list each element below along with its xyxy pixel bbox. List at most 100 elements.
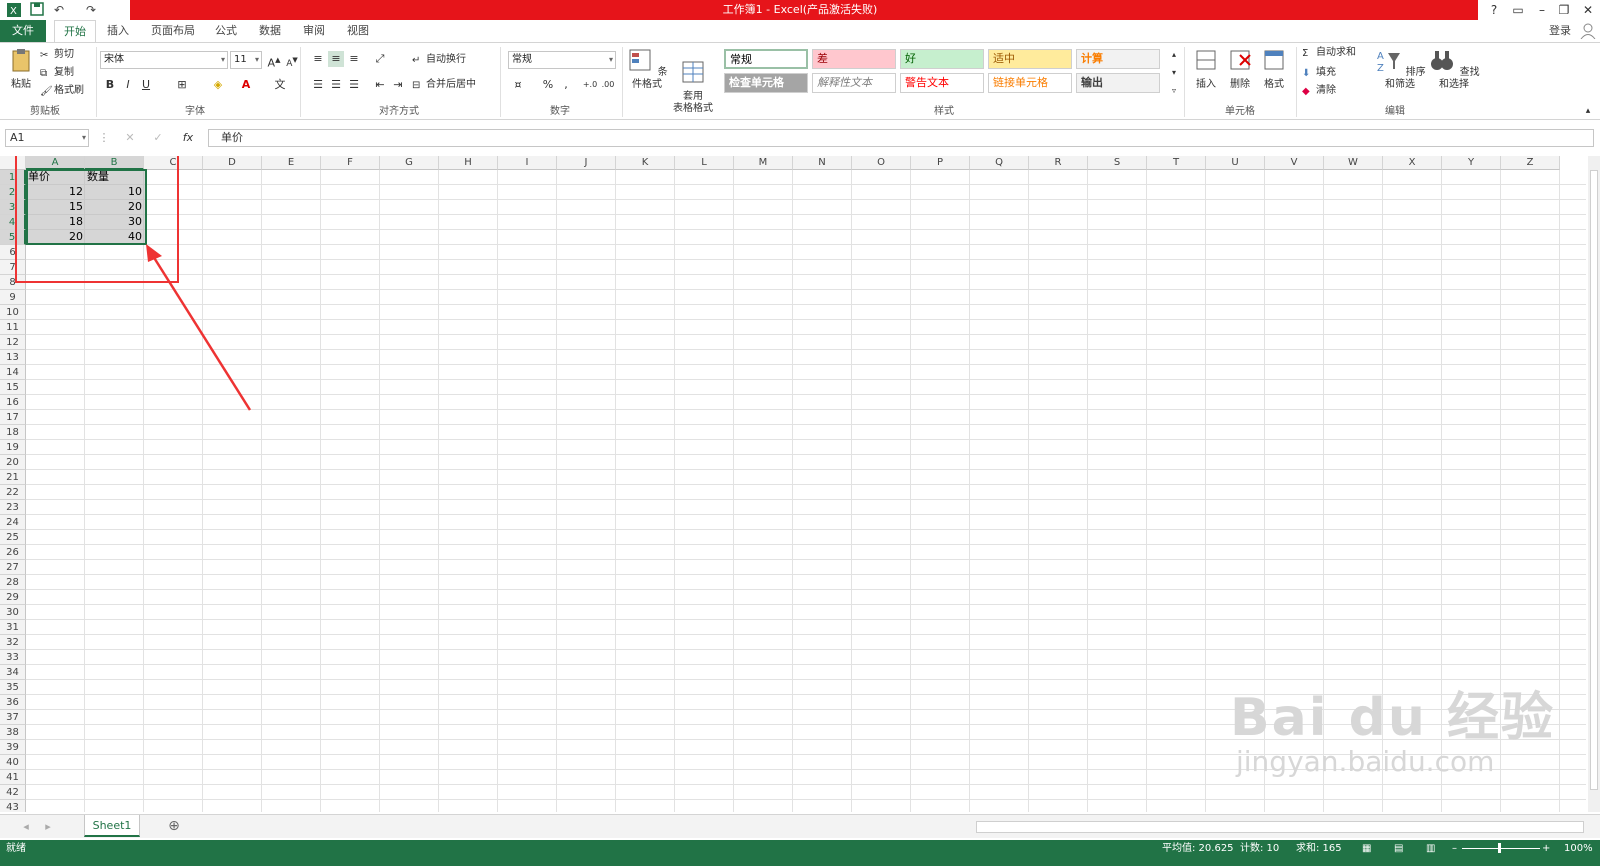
zoom-level[interactable]: 100% <box>1564 840 1593 858</box>
cell-style-2[interactable]: 好 <box>900 49 984 69</box>
bold-button[interactable]: B <box>102 77 118 93</box>
cell-style-8[interactable]: 链接单元格 <box>988 73 1072 93</box>
row-header-37[interactable]: 37 <box>0 710 26 725</box>
delete-cells-button[interactable]: 删除 <box>1224 47 1256 91</box>
align-middle-icon[interactable]: ≡ <box>328 51 344 67</box>
column-header-h[interactable]: H <box>439 156 498 170</box>
row-header-26[interactable]: 26 <box>0 545 26 560</box>
name-box[interactable]: A1 <box>5 129 89 147</box>
font-name-select[interactable]: 宋体 <box>100 51 228 69</box>
conditional-format-button[interactable]: 条件格式 <box>626 47 668 91</box>
row-header-27[interactable]: 27 <box>0 560 26 575</box>
phonetic-icon[interactable]: 文 <box>272 77 288 93</box>
column-header-n[interactable]: N <box>793 156 852 170</box>
user-avatar-icon[interactable] <box>1580 23 1596 40</box>
merge-center-button[interactable]: ⊟ 合并后居中 <box>412 77 476 93</box>
page-break-view-icon[interactable]: ▥ <box>1426 840 1435 858</box>
format-cells-button[interactable]: 格式 <box>1258 47 1290 91</box>
row-header-30[interactable]: 30 <box>0 605 26 620</box>
add-sheet-button[interactable]: ⊕ <box>166 818 182 834</box>
underline-button[interactable]: U <box>138 77 154 93</box>
row-header-15[interactable]: 15 <box>0 380 26 395</box>
currency-icon[interactable]: ¤ <box>510 77 526 93</box>
row-header-20[interactable]: 20 <box>0 455 26 470</box>
font-color-icon[interactable]: A <box>238 77 254 93</box>
column-header-e[interactable]: E <box>262 156 321 170</box>
column-header-g[interactable]: G <box>380 156 439 170</box>
sort-filter-button[interactable]: AZ 排序和筛选 <box>1374 47 1426 91</box>
borders-icon[interactable]: ⊞ <box>174 77 190 93</box>
column-header-v[interactable]: V <box>1265 156 1324 170</box>
restore-button[interactable]: ❐ <box>1552 0 1576 20</box>
tab-insert[interactable]: 插入 <box>98 20 138 42</box>
row-header-29[interactable]: 29 <box>0 590 26 605</box>
row-header-9[interactable]: 9 <box>0 290 26 305</box>
wrap-text-button[interactable]: ↵ 自动换行 <box>412 52 466 68</box>
horizontal-scrollbar[interactable] <box>976 821 1584 833</box>
zoom-slider[interactable] <box>1462 848 1540 849</box>
next-sheet-icon[interactable]: ▸ <box>40 819 56 835</box>
page-layout-view-icon[interactable]: ▤ <box>1394 840 1403 858</box>
minimize-button[interactable]: – <box>1530 0 1554 20</box>
cell-style-0[interactable]: 常规 <box>724 49 808 69</box>
copy-button[interactable]: ⧉ 复制 <box>40 65 74 81</box>
row-header-25[interactable]: 25 <box>0 530 26 545</box>
row-header-40[interactable]: 40 <box>0 755 26 770</box>
column-header-s[interactable]: S <box>1088 156 1147 170</box>
gallery-down-icon[interactable]: ▾ <box>1166 65 1182 81</box>
orientation-icon[interactable]: ⤢ <box>372 51 388 67</box>
row-header-14[interactable]: 14 <box>0 365 26 380</box>
column-header-u[interactable]: U <box>1206 156 1265 170</box>
login-link[interactable]: 登录 <box>1540 20 1580 42</box>
row-header-13[interactable]: 13 <box>0 350 26 365</box>
row-header-32[interactable]: 32 <box>0 635 26 650</box>
row-header-41[interactable]: 41 <box>0 770 26 785</box>
column-header-y[interactable]: Y <box>1442 156 1501 170</box>
cell-style-6[interactable]: 解释性文本 <box>812 73 896 93</box>
column-header-f[interactable]: F <box>321 156 380 170</box>
row-header-17[interactable]: 17 <box>0 410 26 425</box>
column-header-o[interactable]: O <box>852 156 911 170</box>
row-header-19[interactable]: 19 <box>0 440 26 455</box>
column-header-j[interactable]: J <box>557 156 616 170</box>
row-header-36[interactable]: 36 <box>0 695 26 710</box>
tab-formulas[interactable]: 公式 <box>206 20 246 42</box>
row-header-16[interactable]: 16 <box>0 395 26 410</box>
column-header-t[interactable]: T <box>1147 156 1206 170</box>
help-button[interactable]: ? <box>1482 0 1506 20</box>
ribbon-display-icon[interactable]: ▭ <box>1506 0 1530 20</box>
formula-input[interactable]: 单价 <box>208 129 1594 147</box>
column-header-q[interactable]: Q <box>970 156 1029 170</box>
tab-view[interactable]: 视图 <box>338 20 378 42</box>
italic-button[interactable]: I <box>120 77 136 93</box>
collapse-ribbon-icon[interactable]: ▴ <box>1580 103 1596 119</box>
row-header-35[interactable]: 35 <box>0 680 26 695</box>
close-button[interactable]: ✕ <box>1576 0 1600 20</box>
autosum-button[interactable]: Σ 自动求和 <box>1302 45 1356 61</box>
align-center-icon[interactable]: ☰ <box>328 77 344 93</box>
row-header-42[interactable]: 42 <box>0 785 26 800</box>
font-size-select[interactable]: 11 <box>230 51 262 69</box>
cell-style-4[interactable]: 计算 <box>1076 49 1160 69</box>
column-header-i[interactable]: I <box>498 156 557 170</box>
normal-view-icon[interactable]: ▦ <box>1362 840 1371 858</box>
cancel-icon[interactable]: ✕ <box>122 130 138 146</box>
row-header-10[interactable]: 10 <box>0 305 26 320</box>
tab-home[interactable]: 开始 <box>54 20 96 42</box>
row-header-24[interactable]: 24 <box>0 515 26 530</box>
gallery-more-icon[interactable]: ▿ <box>1166 83 1182 99</box>
decrease-font-icon[interactable]: A▼ <box>284 52 300 69</box>
row-header-33[interactable]: 33 <box>0 650 26 665</box>
row-header-34[interactable]: 34 <box>0 665 26 680</box>
column-header-z[interactable]: Z <box>1501 156 1560 170</box>
fill-button[interactable]: ⬇ 填充 <box>1302 65 1336 81</box>
cell-style-5[interactable]: 检查单元格 <box>724 73 808 93</box>
enter-icon[interactable]: ✓ <box>150 130 166 146</box>
comma-icon[interactable]: , <box>558 77 574 93</box>
paste-button[interactable]: 粘贴 <box>6 47 36 91</box>
cut-button[interactable]: ✂ 剪切 <box>40 47 74 63</box>
insert-cells-button[interactable]: 插入 <box>1190 47 1222 91</box>
column-header-l[interactable]: L <box>675 156 734 170</box>
row-header-22[interactable]: 22 <box>0 485 26 500</box>
row-header-28[interactable]: 28 <box>0 575 26 590</box>
